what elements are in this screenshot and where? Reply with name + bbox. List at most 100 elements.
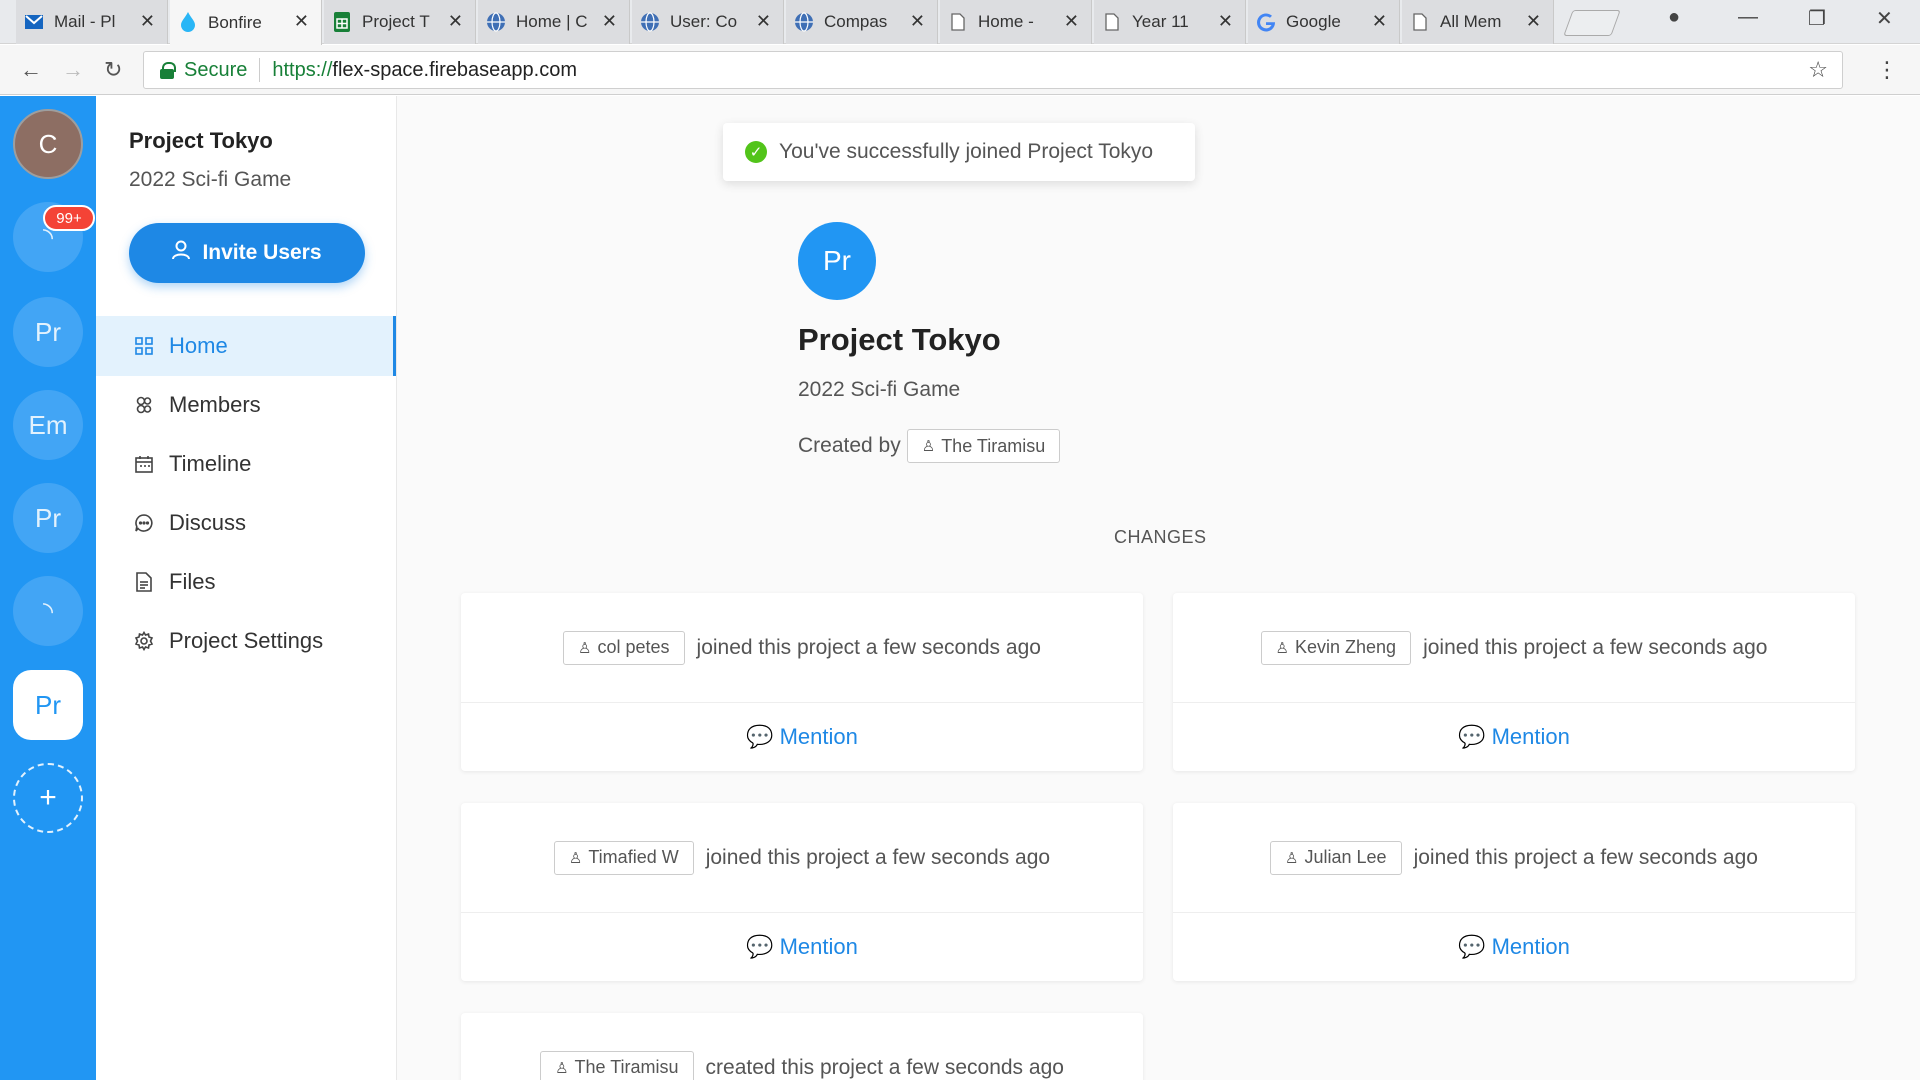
page-icon [948,12,968,32]
chat-icon: 💬 [746,934,774,959]
browser-tab[interactable]: User: Co ✕ [632,0,784,44]
change-text: joined this project a few seconds ago [705,845,1051,869]
user-icon [172,240,191,266]
members-icon [133,396,155,414]
change-summary: ♙ Kevin Zheng joined this project a few s… [1173,593,1855,703]
sidebar-item-timeline[interactable]: Timeline [96,434,396,494]
user-avatar[interactable]: C [13,109,83,179]
mention-button[interactable]: 💬 Mention [1173,703,1855,771]
gear-icon [133,631,155,651]
minimize-icon[interactable]: — [1738,6,1758,29]
sidebar-project-subtitle: 2022 Sci-fi Game [129,168,292,191]
change-text: created this project a few seconds ago [705,1055,1064,1079]
user-tag[interactable]: ♙ The Tiramisu [540,1050,694,1080]
mention-button[interactable]: 💬 Mention [1173,913,1855,981]
change-card: ♙ Timafied W joined this project a few se… [461,803,1143,981]
change-summary: ♙ The Tiramisu created this project a few… [461,1013,1143,1080]
user-name: col petes [597,637,670,657]
flame-icon [178,12,198,32]
invite-users-button[interactable]: Invite Users [129,223,365,283]
success-toast: ✓ You've successfully joined Project Tok… [723,123,1195,181]
bookmark-star-icon[interactable]: ☆ [1808,57,1828,83]
sidebar-item-members[interactable]: Members [96,375,396,435]
url-host: flex-space.firebaseapp.com [332,58,577,81]
sidebar-item-label: Home [169,333,228,358]
change-card: ♙ Kevin Zheng joined this project a few s… [1173,593,1855,771]
restore-icon[interactable]: ❐ [1808,6,1826,31]
browser-tab[interactable]: Home | C ✕ [478,0,630,44]
close-icon[interactable]: ✕ [1064,11,1079,32]
close-icon[interactable]: ✕ [1218,11,1233,32]
sidebar-item-label: Files [169,569,216,594]
sidebar-item-home[interactable]: Home [96,316,396,376]
close-icon[interactable]: ✕ [1526,11,1541,32]
user-tag[interactable]: ♙ Timafied W [553,840,694,875]
changes-heading: CHANGES [1114,527,1207,547]
divider [259,58,261,82]
user-icon: ♙ [1275,639,1289,657]
toast-message: You've successfully joined Project Tokyo [779,140,1154,163]
secure-label: Secure [184,58,248,81]
browser-tab[interactable]: Google ✕ [1248,0,1400,44]
close-icon[interactable]: ✕ [1372,11,1387,32]
close-icon[interactable]: ✕ [140,11,155,32]
close-icon[interactable]: ✕ [602,11,617,32]
notification-badge: 99+ [43,205,95,231]
close-icon[interactable]: ✕ [294,11,309,32]
add-workspace-button[interactable]: + [13,763,83,833]
user-icon: ♙ [578,639,592,657]
creator-tag[interactable]: ♙ The Tiramisu [906,429,1061,463]
url-field[interactable]: Secure https:// flex-space.firebaseapp.c… [143,51,1843,89]
browser-menu-icon[interactable]: ⋮ [1876,57,1898,83]
rail-project-item[interactable]: Pr [13,483,83,553]
user-tag[interactable]: ♙ col petes [563,630,685,665]
sidebar-item-files[interactable]: Files [96,552,396,612]
sidebar-item-discuss[interactable]: Discuss [96,493,396,553]
user-tag[interactable]: ♙ Julian Lee [1270,840,1402,875]
rail-project-item-active[interactable]: Pr [13,670,83,740]
user-icon: ♙ [1285,849,1299,867]
browser-tab-active[interactable]: Bonfire ✕ [170,0,322,45]
sidebar-item-project-settings[interactable]: Project Settings [96,611,396,671]
mention-button[interactable]: 💬 Mention [461,703,1143,771]
file-icon [133,572,155,592]
creator-name: The Tiramisu [941,435,1046,456]
change-card: ♙ Julian Lee joined this project a few se… [1173,803,1855,981]
mention-label: Mention [779,724,858,749]
profile-icon[interactable]: ● [1668,6,1680,29]
grid-icon [133,337,155,355]
mention-button[interactable]: 💬 Mention [461,913,1143,981]
project-home: ✓ You've successfully joined Project Tok… [397,96,1920,1080]
browser-tab[interactable]: Home - ✕ [940,0,1092,44]
close-icon[interactable]: ✕ [910,11,925,32]
chat-icon: 💬 [1458,724,1486,749]
project-name: Project Tokyo [798,322,1001,357]
globe-icon [640,12,660,32]
user-icon: ♙ [555,1059,569,1077]
project-sidebar: Project Tokyo 2022 Sci-fi Game Invite Us… [96,96,397,1080]
browser-tab[interactable]: Year 11 ✕ [1094,0,1246,44]
created-by: Created by ♙ The Tiramisu [798,429,1061,463]
invite-users-label: Invite Users [202,241,322,264]
user-name: Kevin Zheng [1294,637,1397,657]
address-bar: ← → ↻ Secure https:// flex-space.firebas… [0,45,1920,95]
back-icon[interactable]: ← [20,57,42,83]
user-tag[interactable]: ♙ Kevin Zheng [1260,630,1412,665]
browser-tab[interactable]: Project T ✕ [324,0,476,44]
user-name: Timafied W [588,847,679,867]
project-avatar: Pr [798,222,876,300]
close-icon[interactable]: ✕ [448,11,463,32]
close-window-icon[interactable]: ✕ [1876,6,1893,31]
browser-tab[interactable]: Compas ✕ [786,0,938,44]
forward-icon[interactable]: → [62,57,84,83]
reload-icon[interactable]: ↻ [104,57,122,83]
browser-tab[interactable]: All Mem ✕ [1402,0,1554,44]
browser-tab[interactable]: Mail - Pl ✕ [16,0,168,44]
page-icon [1102,12,1122,32]
close-icon[interactable]: ✕ [756,11,771,32]
rail-project-item[interactable]: Pr [13,297,83,367]
new-tab-button[interactable] [1563,10,1621,36]
rail-loading-item[interactable]: ◝ [13,576,83,646]
rail-project-item[interactable]: Em [13,390,83,460]
calendar-icon [133,455,155,473]
